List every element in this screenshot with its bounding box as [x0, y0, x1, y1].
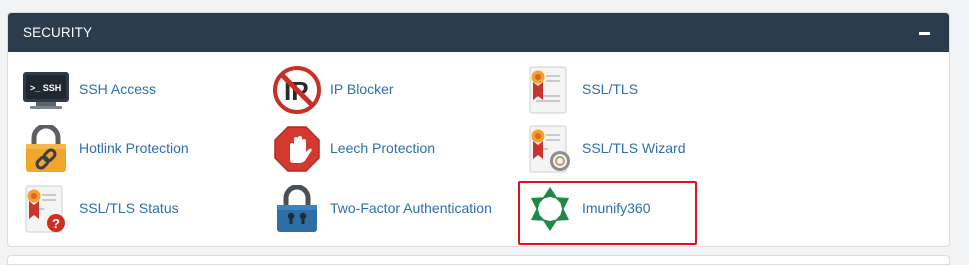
item-ssl-tls-wizard[interactable]: SSL/TLS Wizard: [526, 125, 726, 181]
certificate-wizard-icon: [529, 125, 570, 173]
item-leech-protection[interactable]: Leech Protection: [273, 125, 473, 181]
collapse-button[interactable]: [915, 22, 937, 44]
panel-header: SECURITY: [8, 13, 949, 52]
item-label[interactable]: Two-Factor Authentication: [330, 200, 492, 216]
svg-text:?: ?: [52, 216, 60, 231]
certificate-icon: [529, 66, 567, 114]
item-label[interactable]: Leech Protection: [330, 140, 435, 156]
certificate-status-icon: ?: [25, 185, 65, 233]
terminal-ssh-icon: >_ SSH: [23, 72, 69, 109]
lock-keypad-icon: [277, 185, 317, 232]
panel-title: SECURITY: [23, 25, 93, 40]
item-ssh-access[interactable]: >_ SSH SSH Access: [22, 66, 222, 122]
item-label[interactable]: SSL/TLS Status: [79, 200, 179, 216]
item-two-factor-authentication[interactable]: Two-Factor Authentication: [273, 185, 513, 241]
minus-icon: [919, 32, 930, 35]
next-panel-edge: [7, 255, 950, 265]
item-ssl-tls[interactable]: SSL/TLS: [526, 66, 726, 122]
padlock-chain-icon: [26, 125, 66, 172]
item-label[interactable]: IP Blocker: [330, 81, 394, 97]
stop-hand-icon: [274, 126, 320, 172]
svg-text:>_ SSH: >_ SSH: [30, 83, 61, 93]
item-hotlink-protection[interactable]: Hotlink Protection: [22, 125, 222, 181]
item-ssl-tls-status[interactable]: ? SSL/TLS Status: [22, 185, 222, 241]
item-label[interactable]: SSH Access: [79, 81, 156, 97]
item-label[interactable]: SSL/TLS: [582, 81, 638, 97]
ip-blocker-icon: IP: [273, 66, 321, 114]
item-label[interactable]: SSL/TLS Wizard: [582, 140, 685, 156]
item-ip-blocker[interactable]: IP IP Blocker: [273, 66, 473, 122]
item-label[interactable]: Hotlink Protection: [79, 140, 189, 156]
highlight-box: [518, 181, 697, 245]
